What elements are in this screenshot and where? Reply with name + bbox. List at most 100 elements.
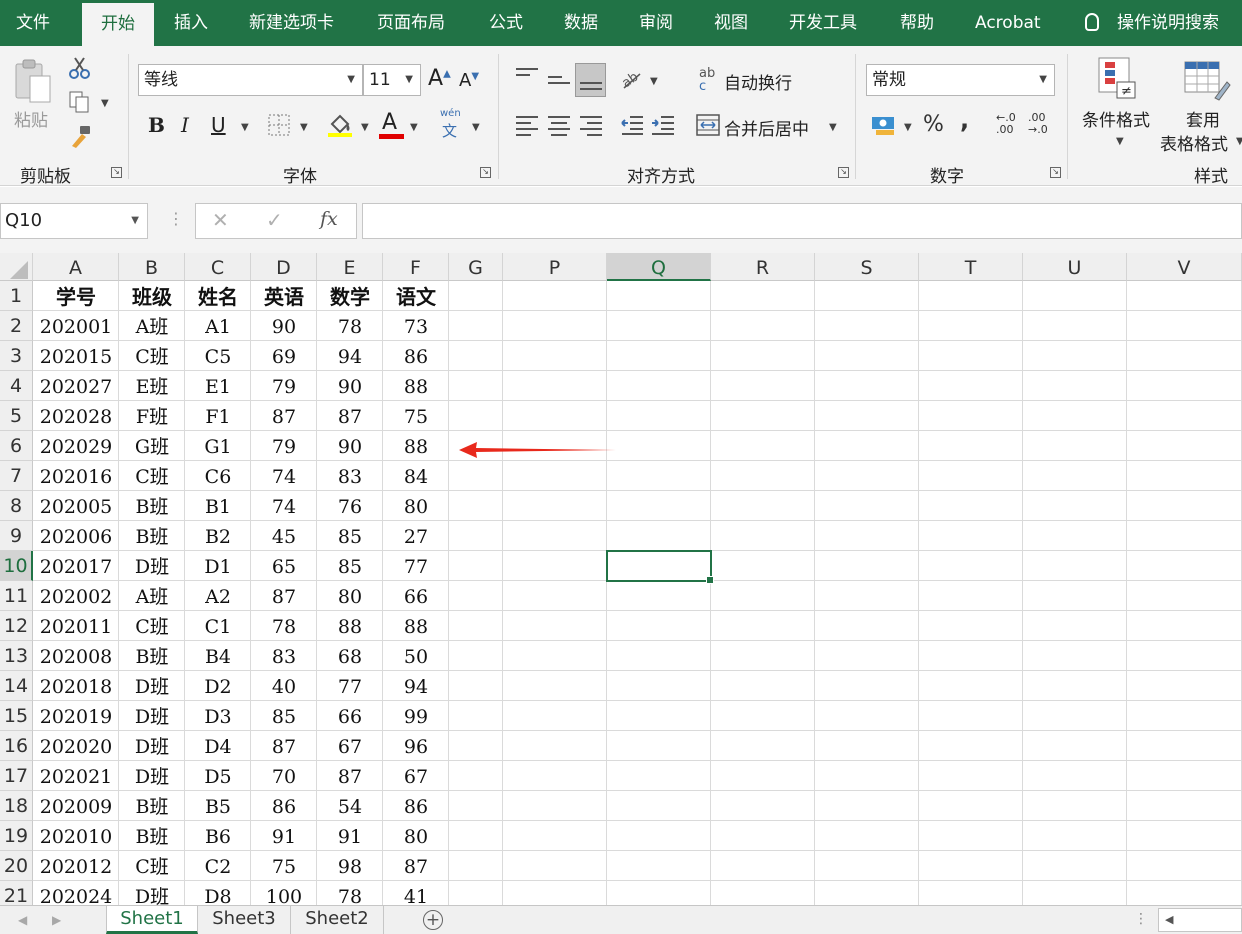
tab-home[interactable]: 开始 [82, 3, 154, 46]
name-box[interactable]: Q10 ▼ [0, 203, 148, 239]
table-cell[interactable]: 202001 [33, 311, 119, 341]
table-cell[interactable]: 202028 [33, 401, 119, 431]
row-header-19[interactable]: 19 [0, 821, 33, 851]
underline-button[interactable]: U [211, 113, 226, 137]
decrease-indent-icon[interactable] [620, 114, 644, 136]
table-cell[interactable]: 84 [383, 461, 449, 491]
header-cell[interactable]: 学号 [33, 281, 119, 311]
table-cell[interactable]: 85 [251, 701, 317, 731]
tab-data[interactable]: 数据 [564, 0, 598, 46]
table-cell[interactable]: G1 [185, 431, 251, 461]
table-cell[interactable]: 202019 [33, 701, 119, 731]
table-cell[interactable]: 202002 [33, 581, 119, 611]
table-cell[interactable]: 88 [383, 431, 449, 461]
header-cell[interactable]: 英语 [251, 281, 317, 311]
table-cell[interactable]: 86 [383, 341, 449, 371]
align-middle-icon[interactable] [548, 76, 570, 88]
table-cell[interactable]: 202027 [33, 371, 119, 401]
table-cell[interactable]: 202009 [33, 791, 119, 821]
table-cell[interactable]: 202015 [33, 341, 119, 371]
borders-dropdown-icon[interactable]: ▼ [300, 122, 308, 133]
align-left-icon[interactable] [516, 116, 538, 140]
table-cell[interactable]: 77 [317, 671, 383, 701]
tab-acrobat[interactable]: Acrobat [975, 0, 1041, 46]
row-header-12[interactable]: 12 [0, 611, 33, 641]
table-cell[interactable]: 87 [251, 731, 317, 761]
table-cell[interactable]: B5 [185, 791, 251, 821]
font-launcher-icon[interactable]: ↘ [480, 167, 491, 178]
table-cell[interactable]: 96 [383, 731, 449, 761]
accounting-dropdown-icon[interactable]: ▼ [904, 122, 912, 133]
table-cell[interactable]: C2 [185, 851, 251, 881]
table-cell[interactable]: 87 [317, 401, 383, 431]
scroll-left-icon[interactable]: ◀ [1165, 913, 1173, 926]
select-all-corner[interactable] [0, 253, 33, 281]
column-header-b[interactable]: B [119, 253, 185, 281]
row-header-13[interactable]: 13 [0, 641, 33, 671]
tab-developer[interactable]: 开发工具 [789, 0, 857, 46]
table-cell[interactable]: 98 [317, 851, 383, 881]
row-header-6[interactable]: 6 [0, 431, 33, 461]
worksheet-grid[interactable]: A B C D E F G P Q R S T U V 1 2 3 4 5 6 7 8 9 10 11 12 13 14 15 16 17 1… [0, 253, 1242, 905]
table-cell[interactable]: D班 [119, 551, 185, 581]
table-cell[interactable]: E1 [185, 371, 251, 401]
table-cell[interactable]: B1 [185, 491, 251, 521]
table-cell[interactable]: 94 [383, 671, 449, 701]
table-cell[interactable]: 80 [317, 581, 383, 611]
table-cell[interactable]: 41 [383, 881, 449, 905]
column-header-r[interactable]: R [711, 253, 815, 281]
table-cell[interactable]: C班 [119, 611, 185, 641]
phonetic-button[interactable]: 文 [442, 120, 457, 141]
tab-help[interactable]: 帮助 [900, 0, 934, 46]
merge-center-button[interactable]: 合并后居中 [724, 115, 809, 140]
formula-input[interactable] [362, 203, 1242, 239]
number-launcher-icon[interactable]: ↘ [1050, 167, 1061, 178]
column-header-c[interactable]: C [185, 253, 251, 281]
header-cell[interactable]: 数学 [317, 281, 383, 311]
add-sheet-button[interactable]: + [423, 910, 443, 930]
font-color-button[interactable]: A [382, 110, 397, 135]
table-cell[interactable]: 202011 [33, 611, 119, 641]
orientation-dropdown-icon[interactable]: ▼ [650, 76, 658, 87]
table-cell[interactable]: 74 [251, 491, 317, 521]
table-cell[interactable]: F班 [119, 401, 185, 431]
table-cell[interactable]: 27 [383, 521, 449, 551]
table-cell[interactable]: A1 [185, 311, 251, 341]
table-cell[interactable]: 66 [383, 581, 449, 611]
conditional-dropdown-icon[interactable]: ▼ [1116, 136, 1124, 147]
table-cell[interactable]: 70 [251, 761, 317, 791]
row-header-14[interactable]: 14 [0, 671, 33, 701]
table-cell[interactable]: 202010 [33, 821, 119, 851]
bold-button[interactable]: B [148, 113, 165, 137]
table-format-dropdown-icon[interactable]: ▼ [1236, 136, 1242, 147]
table-cell[interactable]: D班 [119, 881, 185, 905]
table-cell[interactable]: G班 [119, 431, 185, 461]
table-cell[interactable]: 88 [383, 611, 449, 641]
table-cell[interactable]: 75 [383, 401, 449, 431]
table-cell[interactable]: 78 [317, 311, 383, 341]
table-cell[interactable]: 202024 [33, 881, 119, 905]
fill-color-icon[interactable] [326, 112, 354, 138]
table-cell[interactable]: 202016 [33, 461, 119, 491]
horizontal-scrollbar[interactable]: ◀ [1158, 908, 1242, 932]
format-as-table-icon[interactable] [1183, 58, 1231, 102]
active-cell-selection[interactable] [606, 550, 714, 584]
table-cell[interactable]: 90 [317, 371, 383, 401]
tab-review[interactable]: 审阅 [639, 0, 673, 46]
table-cell[interactable]: B6 [185, 821, 251, 851]
table-cell[interactable]: D1 [185, 551, 251, 581]
tell-me-search[interactable]: 操作说明搜索 [1085, 0, 1219, 46]
table-cell[interactable]: C班 [119, 341, 185, 371]
table-cell[interactable]: D3 [185, 701, 251, 731]
table-cell[interactable]: D班 [119, 671, 185, 701]
font-size-select[interactable]: 11 ▼ [363, 64, 421, 96]
sheet-tab-sheet2[interactable]: Sheet2 [291, 906, 384, 934]
table-cell[interactable]: A班 [119, 581, 185, 611]
table-cell[interactable]: F1 [185, 401, 251, 431]
font-name-select[interactable]: 等线 ▼ [138, 64, 363, 96]
table-cell[interactable]: 74 [251, 461, 317, 491]
table-cell[interactable]: 99 [383, 701, 449, 731]
shrink-font-button[interactable]: A▼ [459, 70, 479, 91]
table-cell[interactable]: D班 [119, 731, 185, 761]
table-cell[interactable]: 202006 [33, 521, 119, 551]
